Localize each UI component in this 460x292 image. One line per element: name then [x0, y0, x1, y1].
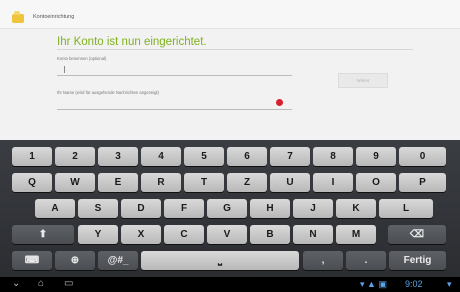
- system-navigation-bar: ⌄ ⌂ ▭ ▾ ▲ ▣ 9:02 ▾: [0, 277, 460, 292]
- key-k[interactable]: K: [336, 199, 376, 218]
- clock: 9:02: [405, 279, 423, 289]
- key-2[interactable]: 2: [55, 147, 95, 166]
- title-bar: Kontoeinrichtung: [0, 0, 460, 29]
- keyboard-settings-key[interactable]: ⌨: [12, 251, 52, 270]
- key-g[interactable]: G: [207, 199, 247, 218]
- account-setup-screen: Kontoeinrichtung Ihr Konto ist nun einge…: [0, 0, 460, 140]
- symbols-key[interactable]: @#_: [98, 251, 138, 270]
- backspace-key[interactable]: ⌫: [388, 225, 446, 244]
- account-name-input[interactable]: [57, 64, 292, 76]
- key-y[interactable]: Y: [78, 225, 118, 244]
- back-icon[interactable]: ⌄: [12, 278, 20, 290]
- key-t[interactable]: T: [184, 173, 224, 192]
- key-w[interactable]: W: [55, 173, 95, 192]
- key-v[interactable]: V: [207, 225, 247, 244]
- key-l[interactable]: L: [379, 199, 433, 218]
- globe-icon: ⊕: [70, 255, 80, 266]
- key-8[interactable]: 8: [313, 147, 353, 166]
- key-9[interactable]: 9: [356, 147, 396, 166]
- app-title: Kontoeinrichtung: [33, 14, 75, 20]
- key-x[interactable]: X: [121, 225, 161, 244]
- backspace-icon: ⌫: [409, 229, 425, 240]
- account-name-label: Konto benennen (optional): [57, 56, 107, 61]
- key-s[interactable]: S: [78, 199, 118, 218]
- key-m[interactable]: M: [336, 225, 376, 244]
- warning-icon: ▲: [367, 279, 376, 289]
- your-name-label: Ihr Name (wird für ausgehende Nachrichte…: [57, 90, 159, 95]
- comma-key[interactable]: ,: [303, 251, 343, 270]
- period-key[interactable]: .: [346, 251, 386, 270]
- key-c[interactable]: C: [164, 225, 204, 244]
- email-app-icon: [12, 11, 24, 23]
- key-6[interactable]: 6: [227, 147, 267, 166]
- key-q[interactable]: Q: [12, 173, 52, 192]
- text-cursor: [64, 66, 65, 73]
- key-r[interactable]: R: [141, 173, 181, 192]
- your-name-input[interactable]: [57, 98, 292, 110]
- error-indicator-icon: [276, 99, 283, 106]
- key-h[interactable]: H: [250, 199, 290, 218]
- key-7[interactable]: 7: [270, 147, 310, 166]
- space-icon: ⎵: [218, 255, 222, 266]
- key-z[interactable]: Z: [227, 173, 267, 192]
- image-icon: ▣: [378, 279, 387, 289]
- key-j[interactable]: J: [293, 199, 333, 218]
- key-5[interactable]: 5: [184, 147, 224, 166]
- language-key[interactable]: ⊕: [55, 251, 95, 270]
- keyboard-icon: ⌨: [24, 255, 40, 266]
- key-e[interactable]: E: [98, 173, 138, 192]
- key-u[interactable]: U: [270, 173, 310, 192]
- download-icon: ▾: [360, 279, 365, 289]
- done-key[interactable]: Fertig: [389, 251, 446, 270]
- key-1[interactable]: 1: [12, 147, 52, 166]
- key-n[interactable]: N: [293, 225, 333, 244]
- key-o[interactable]: O: [356, 173, 396, 192]
- page-heading: Ihr Konto ist nun eingerichtet.: [57, 36, 207, 48]
- on-screen-keyboard: 1 2 3 4 5 6 7 8 9 0 Q W E R T Z U I O P …: [0, 140, 460, 277]
- key-3[interactable]: 3: [98, 147, 138, 166]
- home-icon[interactable]: ⌂: [38, 278, 44, 290]
- key-i[interactable]: I: [313, 173, 353, 192]
- shift-key[interactable]: ⬆: [12, 225, 74, 244]
- key-0[interactable]: 0: [399, 147, 446, 166]
- shift-icon: ⬆: [38, 229, 48, 240]
- heading-divider: [57, 49, 413, 50]
- next-button[interactable]: Weiter: [338, 73, 388, 88]
- key-p[interactable]: P: [399, 173, 446, 192]
- key-b[interactable]: B: [250, 225, 290, 244]
- key-d[interactable]: D: [121, 199, 161, 218]
- key-a[interactable]: A: [35, 199, 75, 218]
- key-4[interactable]: 4: [141, 147, 181, 166]
- key-f[interactable]: F: [164, 199, 204, 218]
- recent-apps-icon[interactable]: ▭: [64, 278, 73, 290]
- space-key[interactable]: ⎵: [141, 251, 299, 270]
- status-icons: ▾ ▲ ▣: [360, 279, 387, 290]
- wifi-icon: ▾: [447, 279, 452, 289]
